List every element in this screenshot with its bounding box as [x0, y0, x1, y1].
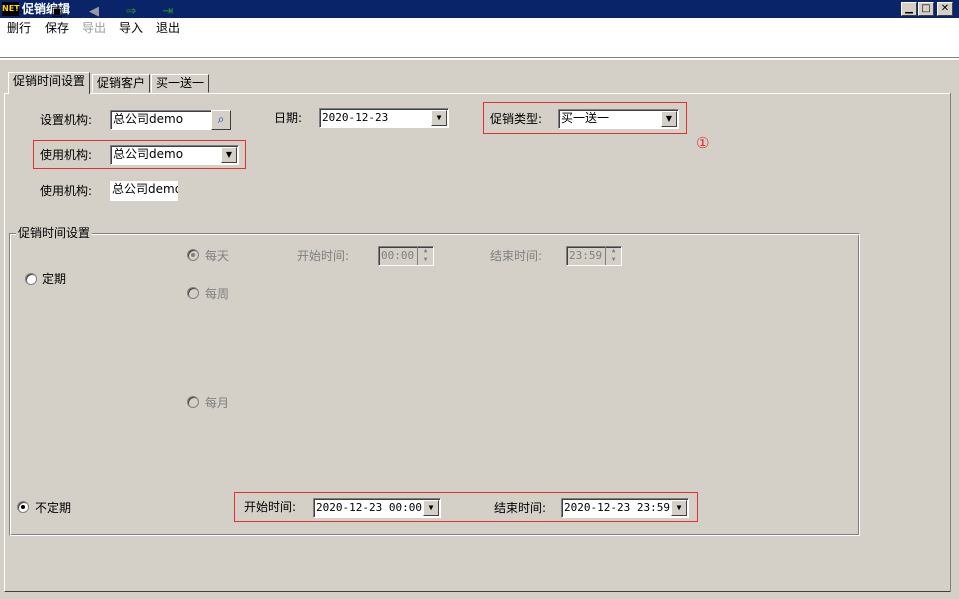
daily-radio[interactable] [187, 249, 199, 261]
import-icon: ⇒ [125, 4, 137, 19]
unfixed-radio[interactable] [17, 501, 29, 513]
exit-icon: ⇥ [162, 4, 174, 19]
range-start-label: 开始时间: [244, 500, 297, 514]
export-icon: ◀ [89, 4, 99, 19]
spinner-icon[interactable]: ▲ ▼ [417, 247, 433, 265]
export-button[interactable]: ◀ 导出 [79, 4, 109, 38]
save-button[interactable]: ▣ 保存 [42, 4, 72, 38]
range-end-value: 2020-12-23 23:59 [564, 501, 670, 514]
weekly-radio[interactable] [187, 287, 199, 299]
promo-type-label: 促销类型: [490, 112, 543, 126]
close-button[interactable]: ✕ [937, 2, 953, 16]
set-org-field[interactable]: 总公司demo [110, 110, 212, 130]
promo-type-select[interactable]: 买一送一 ▼ [558, 109, 679, 129]
tab-buy-one-get-one[interactable]: 买一送一 [151, 74, 209, 93]
set-org-label: 设置机构: [40, 113, 93, 127]
daily-start-label: 开始时间: [297, 249, 350, 263]
range-start-value: 2020-12-23 00:00 [316, 501, 422, 514]
chevron-down-icon[interactable]: ▼ [221, 147, 237, 163]
monthly-radio[interactable] [187, 396, 199, 408]
unfixed-label: 不定期 [35, 501, 72, 515]
chevron-down-icon[interactable]: ▼ [671, 500, 687, 516]
daily-start-time[interactable]: 00:00 ▲ ▼ [378, 246, 434, 266]
use-org2-value: 总公司demo [110, 181, 178, 201]
import-label: 导入 [118, 21, 143, 35]
promo-type-value: 买一送一 [561, 111, 610, 125]
weekly-label: 每周 [205, 287, 230, 301]
fixed-radio[interactable] [25, 273, 37, 285]
search-icon[interactable]: ⌕ [211, 110, 231, 130]
use-org-select[interactable]: 总公司demo ▼ [110, 145, 239, 165]
spinner-icon[interactable]: ▲ ▼ [605, 247, 621, 265]
chevron-down-icon[interactable]: ▼ [661, 111, 677, 127]
exit-button[interactable]: ⇥ 退出 [153, 4, 183, 38]
scroll-strip [950, 93, 955, 592]
maximize-button[interactable]: □ [918, 2, 934, 16]
exit-label: 退出 [155, 21, 180, 35]
annotation-marker: ① [696, 134, 710, 152]
chevron-down-icon[interactable]: ▼ [431, 110, 447, 126]
delete-row-button[interactable]: ⇨ 删行 [4, 4, 34, 38]
daily-end-label: 结束时间: [490, 249, 543, 263]
minimize-button[interactable]: ▁ [901, 2, 917, 16]
use-org2-label: 使用机构: [40, 184, 93, 198]
import-button[interactable]: ⇒ 导入 [116, 4, 146, 38]
daily-label: 每天 [205, 249, 230, 263]
promo-time-groupbox [9, 233, 860, 536]
fixed-label: 定期 [42, 272, 67, 286]
use-org-value: 总公司demo [113, 147, 184, 161]
daily-start-value: 00:00 [381, 249, 415, 262]
range-end-picker[interactable]: 2020-12-23 23:59 ▼ [561, 498, 689, 518]
save-label: 保存 [44, 21, 69, 35]
date-value: 2020-12-23 [322, 111, 389, 124]
range-start-picker[interactable]: 2020-12-23 00:00 ▼ [313, 498, 441, 518]
delete-row-label: 删行 [6, 21, 31, 35]
export-label: 导出 [81, 21, 106, 35]
monthly-label: 每月 [205, 396, 230, 410]
daily-end-value: 23:59 [569, 249, 603, 262]
date-picker[interactable]: 2020-12-23 ▼ [319, 108, 449, 128]
chevron-down-icon[interactable]: ▼ [423, 500, 439, 516]
date-label: 日期: [274, 111, 303, 125]
range-end-label: 结束时间: [494, 501, 547, 515]
tab-promo-time[interactable]: 促销时间设置 [8, 72, 90, 94]
delete-row-icon: ⇨ [13, 4, 25, 19]
use-org-label: 使用机构: [40, 148, 93, 162]
save-icon: ▣ [50, 4, 64, 19]
daily-end-time[interactable]: 23:59 ▲ ▼ [566, 246, 622, 266]
group-title: 促销时间设置 [16, 225, 93, 241]
tab-promo-customer[interactable]: 促销客户 [92, 74, 150, 93]
